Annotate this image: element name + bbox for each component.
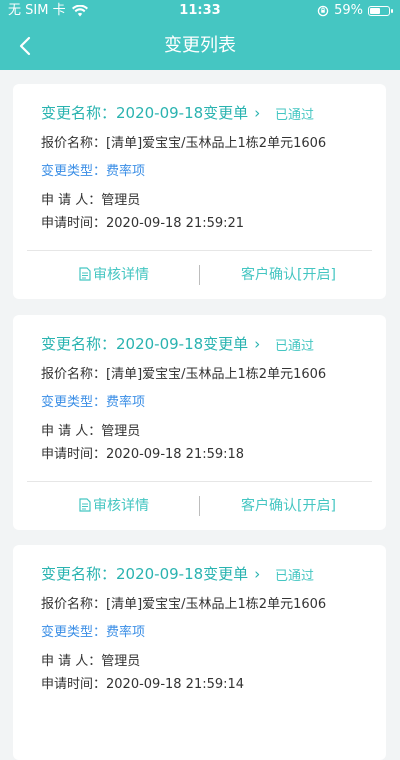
change-card: 变更名称：2020-09-18变更单 › 已通过 报价名称：[清单]爱宝宝/玉林… bbox=[13, 545, 386, 760]
status-right: 59% bbox=[317, 0, 393, 22]
change-type: 变更类型：费率项 bbox=[41, 160, 145, 179]
review-detail-button[interactable]: 审核详情 bbox=[79, 482, 149, 530]
applicant: 申 请 人：管理员 bbox=[41, 424, 141, 439]
page-title: 变更列表 bbox=[164, 35, 236, 56]
quote-name: 报价名称：[清单]爱宝宝/玉林品上1栋2单元1606 bbox=[41, 136, 327, 151]
app-header: 无 SIM 卡 11:33 59% 变更列表 bbox=[0, 0, 400, 70]
status-badge: 已通过 bbox=[275, 569, 315, 584]
apply-time: 申请时间：2020-09-18 21:59:18 bbox=[41, 447, 245, 462]
change-name-link[interactable]: 变更名称：2020-09-18变更单 › bbox=[41, 333, 260, 354]
chevron-right-icon: › bbox=[254, 103, 261, 122]
applicant: 申 请 人：管理员 bbox=[41, 654, 141, 669]
change-type: 变更类型：费率项 bbox=[41, 621, 145, 640]
document-icon bbox=[79, 498, 91, 512]
quote-name: 报价名称：[清单]爱宝宝/玉林品上1栋2单元1606 bbox=[41, 597, 327, 612]
change-type: 变更类型：费率项 bbox=[41, 391, 145, 410]
card-actions: 审核详情 客户确认[开启] bbox=[13, 482, 386, 530]
apply-time: 申请时间：2020-09-18 21:59:14 bbox=[41, 677, 245, 692]
chevron-right-icon: › bbox=[254, 564, 261, 583]
action-separator bbox=[199, 496, 200, 516]
review-detail-label: 审核详情 bbox=[93, 267, 149, 283]
change-name: 变更名称：2020-09-18变更单 bbox=[41, 565, 249, 583]
quote-name: 报价名称：[清单]爱宝宝/玉林品上1栋2单元1606 bbox=[41, 367, 327, 382]
status-badge: 已通过 bbox=[275, 339, 315, 354]
change-type-value: 费率项 bbox=[106, 164, 146, 179]
change-type-label: 变更类型： bbox=[41, 395, 107, 410]
chevron-right-icon: › bbox=[254, 334, 261, 353]
change-name: 变更名称：2020-09-18变更单 bbox=[41, 104, 249, 122]
title-bar: 变更列表 bbox=[0, 22, 400, 70]
change-card: 变更名称：2020-09-18变更单 › 已通过 报价名称：[清单]爱宝宝/玉林… bbox=[13, 315, 386, 530]
change-type-label: 变更类型： bbox=[41, 164, 107, 179]
customer-confirm-button[interactable]: 客户确认[开启] bbox=[241, 482, 336, 530]
applicant: 申 请 人：管理员 bbox=[41, 193, 141, 208]
battery-icon bbox=[368, 6, 393, 16]
battery-percent: 59% bbox=[334, 3, 363, 18]
apply-time: 申请时间：2020-09-18 21:59:21 bbox=[41, 216, 245, 231]
status-badge: 已通过 bbox=[275, 108, 315, 123]
change-type-value: 费率项 bbox=[106, 395, 146, 410]
card-actions: 审核详情 客户确认[开启] bbox=[13, 251, 386, 299]
change-card: 变更名称：2020-09-18变更单 › 已通过 报价名称：[清单]爱宝宝/玉林… bbox=[13, 84, 386, 299]
change-type-label: 变更类型： bbox=[41, 625, 107, 640]
orientation-lock-icon bbox=[317, 5, 329, 17]
action-separator bbox=[199, 265, 200, 285]
review-detail-label: 审核详情 bbox=[93, 498, 149, 514]
customer-confirm-button[interactable]: 客户确认[开启] bbox=[241, 251, 336, 299]
change-name: 变更名称：2020-09-18变更单 bbox=[41, 335, 249, 353]
change-type-value: 费率项 bbox=[106, 625, 146, 640]
change-name-link[interactable]: 变更名称：2020-09-18变更单 › bbox=[41, 102, 260, 123]
status-bar: 无 SIM 卡 11:33 59% bbox=[0, 0, 400, 22]
review-detail-button[interactable]: 审核详情 bbox=[79, 251, 149, 299]
change-name-link[interactable]: 变更名称：2020-09-18变更单 › bbox=[41, 563, 260, 584]
document-icon bbox=[79, 267, 91, 281]
